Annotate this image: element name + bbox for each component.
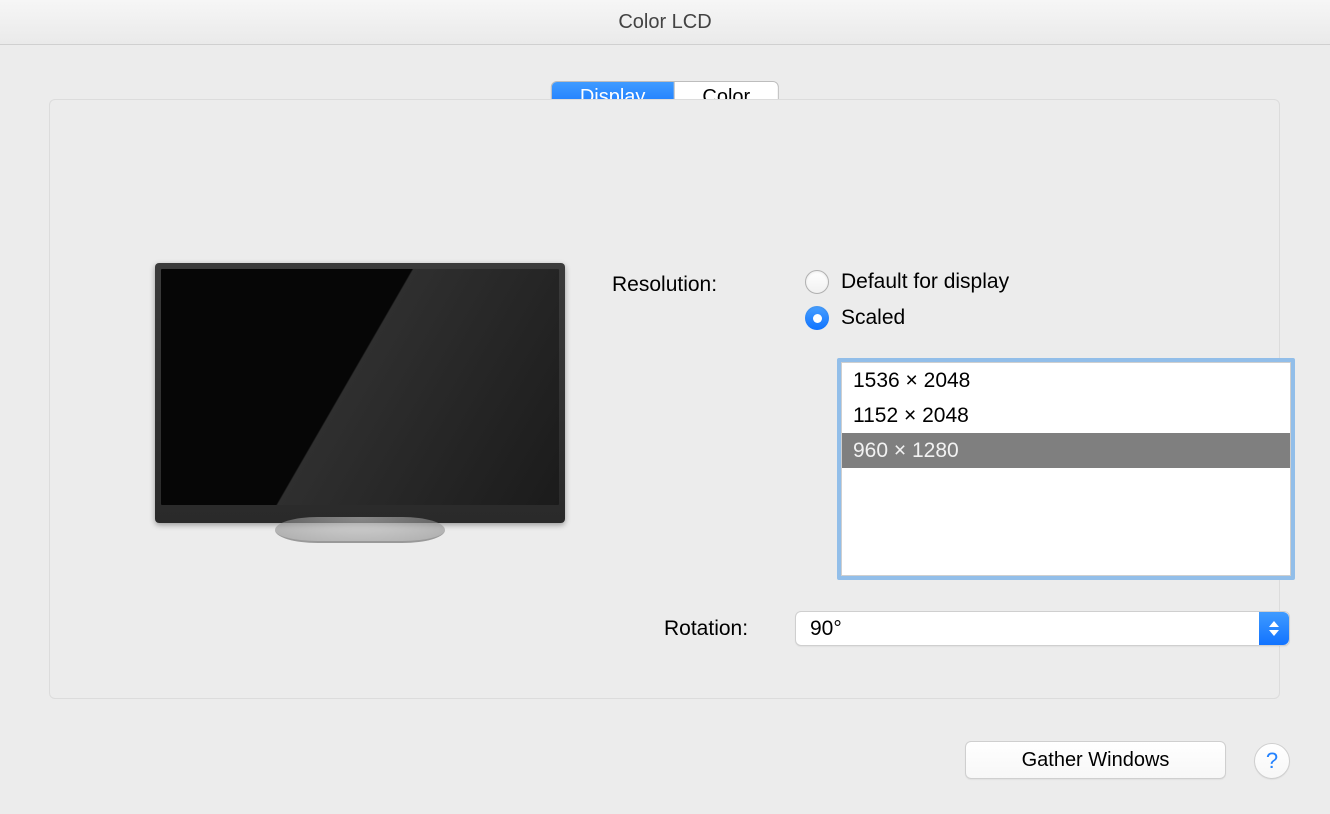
content: Display Color Resolution: Default for di… <box>0 45 1330 814</box>
radio-default-for-display[interactable]: Default for display <box>805 270 1009 294</box>
radio-label: Default for display <box>841 270 1009 294</box>
resolution-radio-group: Default for display Scaled <box>805 270 1009 342</box>
rotation-select[interactable]: 90° <box>795 611 1290 646</box>
radio-icon <box>805 270 829 294</box>
rotation-label: Rotation: <box>664 617 748 641</box>
radio-label: Scaled <box>841 306 905 330</box>
resolution-option-1[interactable]: 1152 × 2048 <box>842 398 1290 433</box>
radio-icon <box>805 306 829 330</box>
gather-windows-button[interactable]: Gather Windows <box>965 741 1226 779</box>
radio-scaled[interactable]: Scaled <box>805 306 1009 330</box>
resolution-label: Resolution: <box>612 273 717 297</box>
rotation-value: 90° <box>796 617 1259 641</box>
main-panel: Resolution: Default for display Scaled 1… <box>49 99 1280 699</box>
monitor-icon <box>155 263 565 543</box>
window-title: Color LCD <box>0 0 1330 45</box>
help-button[interactable]: ? <box>1254 743 1290 779</box>
resolution-list[interactable]: 1536 × 2048 1152 × 2048 960 × 1280 <box>837 358 1295 580</box>
resolution-option-0[interactable]: 1536 × 2048 <box>842 363 1290 398</box>
resolution-option-2[interactable]: 960 × 1280 <box>842 433 1290 468</box>
updown-stepper-icon <box>1259 612 1289 645</box>
